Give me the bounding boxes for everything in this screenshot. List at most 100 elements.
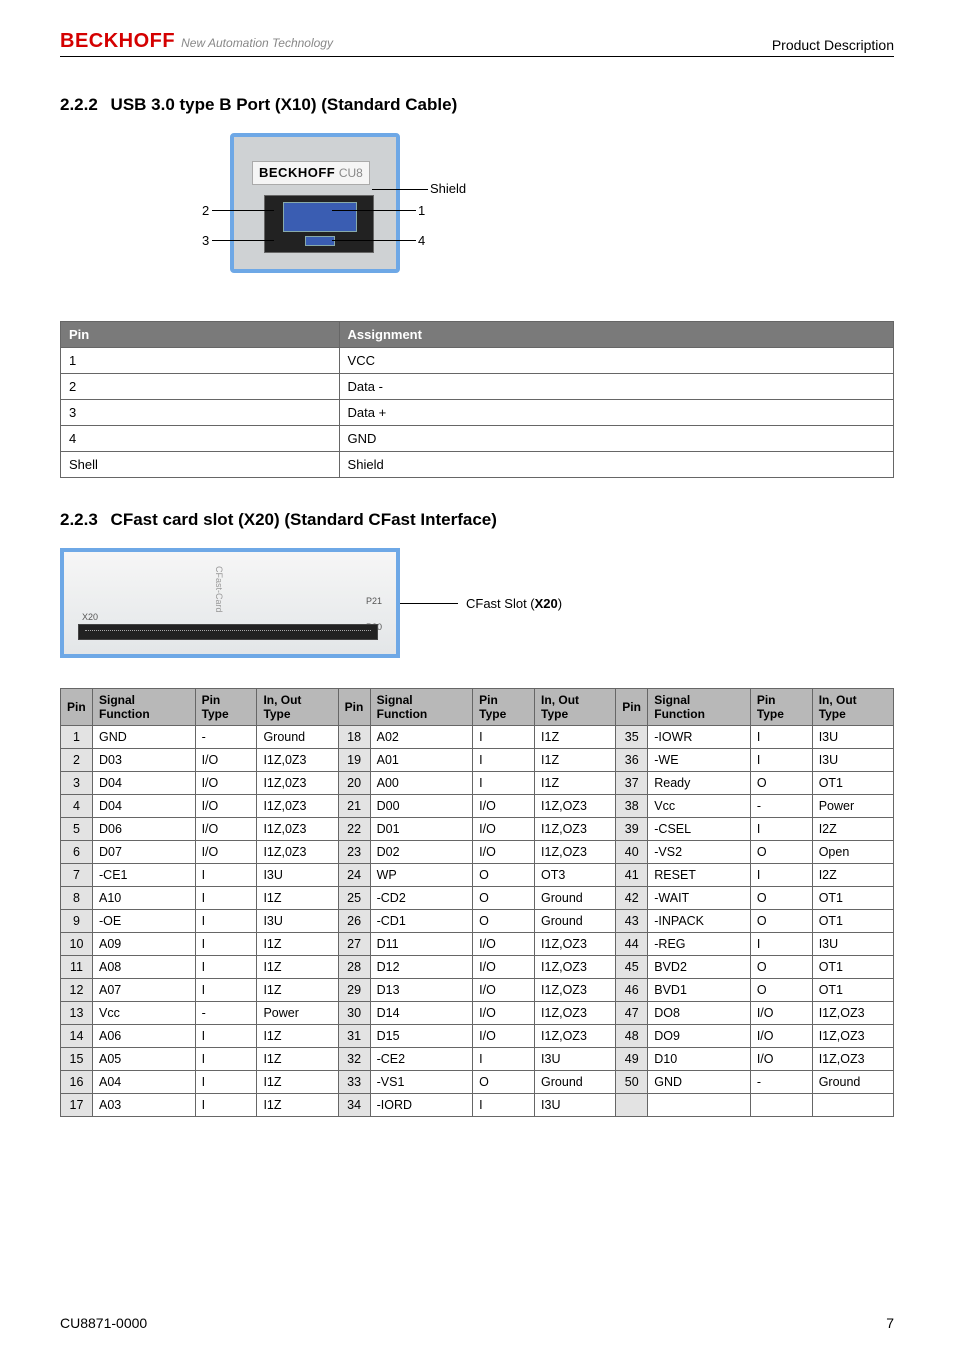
cfast-table-cell: O [750,956,812,979]
cfast-table-cell: I1Z [257,979,338,1002]
usb-device-brand: BECKHOFF [259,165,335,180]
cfast-th: Pin Type [195,689,257,726]
cfast-table-cell: 24 [338,864,370,887]
cfast-table-cell: 34 [338,1094,370,1117]
cfast-table-cell: I1Z [257,1048,338,1071]
cfast-table-cell: 39 [616,818,648,841]
cfast-table-cell: A03 [93,1094,196,1117]
cfast-table-cell: I [473,1094,535,1117]
footer-left: CU8871-0000 [60,1315,147,1331]
line-4 [332,240,416,241]
cfast-table-cell: I [473,772,535,795]
cfast-table-cell: I3U [812,726,893,749]
cfast-table-cell: I1Z,OZ3 [535,1025,616,1048]
cfast-table-cell: O [750,841,812,864]
cfast-table-cell [812,1094,893,1117]
cfast-table-cell: I1Z,OZ3 [812,1025,893,1048]
cfast-table-cell: I1Z,0Z3 [257,795,338,818]
cfast-table-cell: D10 [648,1048,751,1071]
cfast-table-cell: D04 [93,795,196,818]
label-2: 2 [202,203,209,218]
cfast-table-cell: I [195,933,257,956]
footer: CU8871-0000 7 [60,1315,894,1331]
cfast-table-cell: I/O [473,818,535,841]
cfast-th: Pin [61,689,93,726]
cfast-th: Pin [616,689,648,726]
cfast-table-cell: Ground [535,887,616,910]
cfast-table-cell: -REG [648,933,751,956]
usb-table-cell: Data + [339,400,893,426]
header-category: Product Description [772,37,894,53]
cfast-table-cell: I/O [750,1002,812,1025]
cfast-table-cell: I1Z,OZ3 [535,795,616,818]
cfast-th: In, Out Type [535,689,616,726]
usb-table-row: 4GND [61,426,894,452]
cfast-table-cell: 1 [61,726,93,749]
line-3 [212,240,274,241]
cfast-table-cell: 48 [616,1025,648,1048]
cfast-table-cell: -INPACK [648,910,751,933]
cfast-table-cell: O [473,910,535,933]
cfast-table-row: 3D04I/OI1Z,0Z320A00II1Z37ReadyOOT1 [61,772,894,795]
cfast-table-cell: 38 [616,795,648,818]
cfast-table-cell: 50 [616,1071,648,1094]
cfast-table-cell: 49 [616,1048,648,1071]
cfast-table-cell: I1Z [535,749,616,772]
usb-figure-wrap: BECKHOFF CU8 Shield 1 4 2 3 [160,133,894,293]
line-1 [332,210,416,211]
cfast-table-cell: BVD1 [648,979,751,1002]
cfast-table-cell: I [195,910,257,933]
cfast-table-row: 9-OEII3U26-CD1OGround43-INPACKOOT1 [61,910,894,933]
cfast-table-cell: 28 [338,956,370,979]
usb-device-outline: BECKHOFF CU8 [230,133,400,273]
cfast-table-cell: D04 [93,772,196,795]
cfast-table-cell: 3 [61,772,93,795]
cfast-table-cell: A04 [93,1071,196,1094]
cfast-table-cell: 42 [616,887,648,910]
cfast-table-row: 13Vcc-Power30D14I/OI1Z,OZ347DO8I/OI1Z,OZ… [61,1002,894,1025]
cfast-table-row: 4D04I/OI1Z,0Z321D00I/OI1Z,OZ338Vcc-Power [61,795,894,818]
label-3: 3 [202,233,209,248]
usb-device-model: CU8 [339,166,363,180]
cfast-table-cell: 40 [616,841,648,864]
cfast-table-row: 16A04II1Z33-VS1OGround50GND-Ground [61,1071,894,1094]
logo-block: BECKHOFF New Automation Technology [60,30,333,53]
cfast-table-cell: 31 [338,1025,370,1048]
cfast-table-cell: Power [812,795,893,818]
cfast-table-cell: I3U [535,1048,616,1071]
cfast-table-cell: I/O [750,1048,812,1071]
cfast-table-cell: 29 [338,979,370,1002]
cfast-table-cell: I1Z,OZ3 [812,1002,893,1025]
cfast-table-cell: D01 [370,818,473,841]
cfast-table-cell: 5 [61,818,93,841]
cfast-table-cell: I3U [812,749,893,772]
cfast-table-cell: O [750,887,812,910]
cfast-table-cell: D03 [93,749,196,772]
cfast-table-cell: -CE2 [370,1048,473,1071]
usb-table-cell: 4 [61,426,340,452]
cfast-caption-bold: X20 [535,596,558,611]
usb-th-pin: Pin [61,322,340,348]
cfast-table-cell: I [473,1048,535,1071]
cfast-table-cell: 37 [616,772,648,795]
cfast-table-row: 7-CE1II3U24WPOOT341RESETII2Z [61,864,894,887]
cfast-table-cell: I/O [473,979,535,1002]
cfast-table-cell: OT1 [812,956,893,979]
cfast-table-cell: I1Z [535,726,616,749]
cfast-caption-pre: CFast Slot ( [466,596,535,611]
cfast-table-cell: 9 [61,910,93,933]
label-shield: Shield [430,181,466,196]
cfast-pointer-line [398,603,458,604]
cfast-table-cell: I1Z [257,933,338,956]
cfast-table-cell: I1Z,0Z3 [257,818,338,841]
cfast-table-cell: O [473,1071,535,1094]
cfast-table-cell: I1Z [257,956,338,979]
cfast-table-cell: 45 [616,956,648,979]
cfast-table-cell: 22 [338,818,370,841]
cfast-table-cell: D13 [370,979,473,1002]
cfast-table-cell: I [195,864,257,887]
cfast-table-cell: 18 [338,726,370,749]
cfast-table-row: 1GND-Ground18A02II1Z35-IOWRII3U [61,726,894,749]
cfast-table-cell: Ready [648,772,751,795]
cfast-table-cell: I [473,726,535,749]
